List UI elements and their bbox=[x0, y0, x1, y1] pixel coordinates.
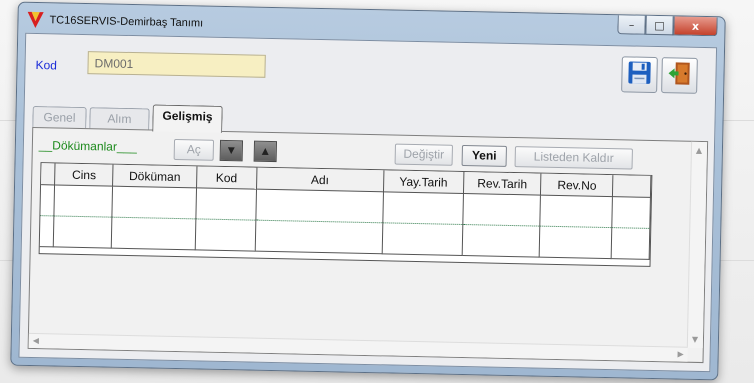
window-title: TC16SERVIS-Demirbaş Tanımı bbox=[49, 14, 204, 30]
scroll-down-icon[interactable]: ▼ bbox=[692, 335, 698, 344]
tab-gelismis[interactable]: Gelişmiş bbox=[152, 104, 223, 133]
scroll-left-icon[interactable]: ◀ bbox=[33, 336, 39, 345]
grid-cell[interactable] bbox=[111, 217, 196, 250]
move-up-button[interactable]: ▲ bbox=[253, 140, 278, 163]
grid-cell[interactable] bbox=[611, 227, 650, 260]
grid-cell[interactable] bbox=[611, 196, 651, 229]
exit-button[interactable] bbox=[661, 57, 698, 94]
minimize-icon: – bbox=[628, 17, 635, 32]
vertical-scrollbar[interactable]: ▲ ▼ bbox=[686, 141, 708, 349]
column-header-yay-tarih[interactable]: Yay.Tarih bbox=[383, 170, 464, 194]
tab-panel-gelismis: __Dökümanlar___ Aç ▼ ▲ Değiştir Yeni Lis… bbox=[27, 126, 709, 364]
column-header-rev-no[interactable]: Rev.No bbox=[540, 173, 614, 197]
maximize-icon: □ bbox=[654, 18, 665, 32]
documents-section-label: __Dökümanlar___ bbox=[38, 138, 138, 155]
horizontal-scrollbar[interactable]: ◀ ▶ bbox=[28, 332, 688, 362]
floppy-disk-icon bbox=[626, 59, 653, 90]
arrow-down-icon: ▼ bbox=[227, 145, 235, 156]
save-button[interactable] bbox=[621, 56, 658, 94]
grid-cell[interactable] bbox=[195, 187, 257, 221]
kod-field[interactable]: DM001 bbox=[87, 51, 266, 78]
maximize-button[interactable]: □ bbox=[645, 15, 674, 36]
column-header-rev-tarih[interactable]: Rev.Tarih bbox=[463, 171, 542, 196]
move-down-button[interactable]: ▼ bbox=[219, 139, 244, 162]
grid-cell[interactable] bbox=[462, 193, 541, 227]
arrow-up-icon: ▲ bbox=[261, 146, 269, 157]
caption-buttons: – □ x bbox=[617, 15, 718, 38]
grid-cell[interactable] bbox=[382, 222, 463, 256]
scroll-right-icon[interactable]: ▶ bbox=[677, 350, 683, 359]
grid-cell[interactable] bbox=[461, 224, 541, 258]
grid-cell[interactable] bbox=[540, 195, 613, 228]
scroll-up-icon[interactable]: ▲ bbox=[696, 146, 702, 155]
row-indicator-header bbox=[41, 163, 56, 185]
change-button[interactable]: Değiştir bbox=[394, 143, 453, 166]
column-header-dokuman[interactable]: Döküman bbox=[112, 164, 197, 188]
remove-from-list-button[interactable]: Listeden Kaldır bbox=[514, 146, 633, 170]
exit-door-icon bbox=[666, 60, 693, 91]
close-button[interactable]: x bbox=[673, 16, 718, 37]
window-client-area: Kod DM001 Genel Alım Gelişmiş __Dökümanl… bbox=[18, 32, 718, 373]
grid-cell[interactable] bbox=[254, 220, 383, 254]
window: TC16SERVIS-Demirbaş Tanımı – □ x Kod DM0… bbox=[10, 1, 726, 381]
grid-cell[interactable] bbox=[54, 184, 113, 218]
grid-cell[interactable] bbox=[539, 226, 612, 259]
grid-cell[interactable] bbox=[112, 186, 197, 219]
documents-grid[interactable]: Cins Döküman Kod Adı Yay.Tarih Rev.Tarih… bbox=[38, 162, 653, 267]
column-header-cins[interactable]: Cins bbox=[54, 163, 114, 187]
grid-cell[interactable] bbox=[255, 189, 384, 223]
grid-cell[interactable] bbox=[382, 191, 464, 225]
new-button[interactable]: Yeni bbox=[461, 144, 507, 167]
grid-cell[interactable] bbox=[53, 215, 113, 249]
row-indicator[interactable] bbox=[40, 184, 55, 216]
tab-strip: Genel Alım Gelişmiş bbox=[32, 102, 223, 133]
row-indicator[interactable] bbox=[39, 215, 55, 247]
tab-genel[interactable]: Genel bbox=[32, 105, 87, 130]
grid-cell[interactable] bbox=[195, 218, 256, 252]
minimize-button[interactable]: – bbox=[617, 15, 646, 35]
tab-alim[interactable]: Alım bbox=[89, 107, 150, 131]
column-header-adi[interactable]: Adı bbox=[256, 167, 384, 192]
app-logo-icon bbox=[26, 11, 44, 29]
kod-label: Kod bbox=[35, 58, 58, 73]
open-button[interactable]: Aç bbox=[173, 138, 215, 161]
column-header-kod[interactable]: Kod bbox=[196, 166, 257, 190]
close-icon: x bbox=[691, 19, 700, 33]
column-header-extra bbox=[612, 175, 651, 198]
